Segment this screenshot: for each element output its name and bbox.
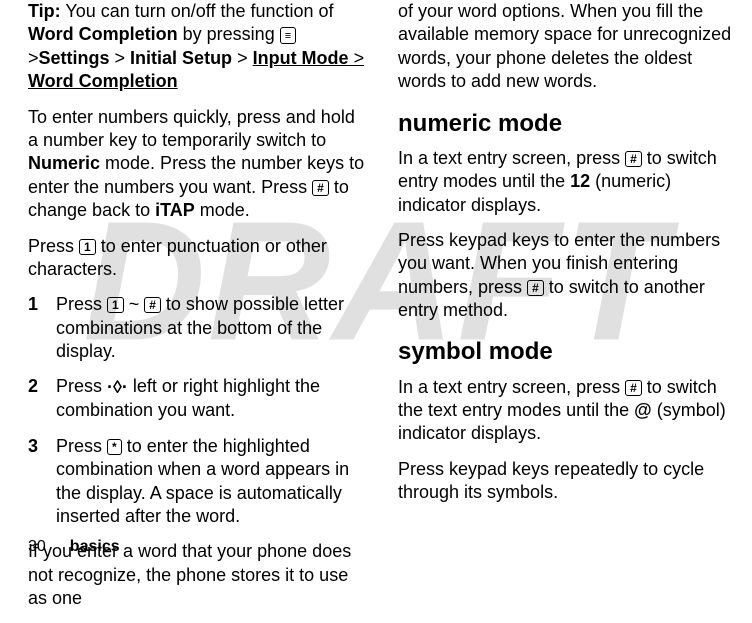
- star-key-icon: *: [107, 439, 122, 455]
- symbol-mode-p2: Press keypad keys repeatedly to cycle th…: [398, 458, 738, 505]
- step-1: 1 Press 1 ~ # to show possible letter co…: [28, 293, 368, 363]
- numeric-mode-p1: In a text entry screen, press # to switc…: [398, 147, 738, 217]
- tip-text-1: You can turn on/off the function of: [61, 1, 334, 21]
- numeric-mode-p2: Press keypad keys to enter the numbers y…: [398, 229, 738, 323]
- tip-settings: Settings: [39, 48, 110, 68]
- one-key-icon: 1: [79, 239, 96, 255]
- tip-gt1: >: [28, 48, 39, 68]
- tip-label: Tip:: [28, 1, 61, 21]
- numeric-mode-heading: numeric mode: [398, 108, 738, 139]
- tip-text-2: by pressing: [178, 24, 280, 44]
- symbol-mode-heading: symbol mode: [398, 336, 738, 367]
- step-2: 2 Press ·◊· left or right highlight the …: [28, 375, 368, 422]
- step-body: Press ·◊· left or right highlight the co…: [56, 375, 368, 422]
- tilde: ~: [124, 294, 145, 314]
- step-body: Press * to enter the highlighted combina…: [56, 435, 368, 529]
- text: Press: [56, 294, 107, 314]
- hash-key-icon: #: [312, 180, 329, 196]
- text: Press: [56, 376, 107, 396]
- step-body: Press 1 ~ # to show possible letter comb…: [56, 293, 368, 363]
- numeric-switch-paragraph: To enter numbers quickly, press and hold…: [28, 106, 368, 223]
- right-column: of your word options. When you fill the …: [398, 0, 738, 623]
- page-content: Tip: You can turn on/off the function of…: [0, 0, 752, 623]
- tip-gt3: >: [232, 48, 253, 68]
- page-number: 30: [28, 538, 46, 555]
- numeric-label: Numeric: [28, 153, 100, 173]
- text: Press: [28, 236, 79, 256]
- step-number: 1: [28, 293, 56, 363]
- text: To enter numbers quickly, press and hold…: [28, 107, 355, 150]
- tip-gt4: >: [349, 48, 365, 68]
- one-key-icon: 1: [107, 297, 124, 313]
- tip-word-completion-2: Word Completion: [28, 71, 178, 91]
- hash-key-icon: #: [144, 297, 161, 313]
- itap-label: iTAP: [155, 200, 195, 220]
- section-label: basics: [70, 538, 120, 555]
- punctuation-paragraph: Press 1 to enter punctuation or other ch…: [28, 235, 368, 282]
- left-column: Tip: You can turn on/off the function of…: [28, 0, 368, 623]
- step-number: 3: [28, 435, 56, 529]
- hash-key-icon: #: [527, 280, 544, 296]
- tip-gt2: >: [110, 48, 131, 68]
- symbol-mode-p1: In a text entry screen, press # to switc…: [398, 376, 738, 446]
- tip-paragraph: Tip: You can turn on/off the function of…: [28, 0, 368, 94]
- tip-word-completion: Word Completion: [28, 24, 178, 44]
- continuation-paragraph: of your word options. When you fill the …: [398, 0, 738, 94]
- page-footer: 30 basics: [28, 537, 120, 558]
- menu-key-icon: [280, 27, 296, 44]
- nav-key-icon: ·◊·: [107, 376, 128, 399]
- text: Press: [56, 436, 107, 456]
- tip-initial-setup: Initial Setup: [130, 48, 232, 68]
- steps-list: 1 Press 1 ~ # to show possible letter co…: [28, 293, 368, 528]
- indicator-at: @: [634, 400, 652, 420]
- hash-key-icon: #: [625, 151, 642, 167]
- indicator-12: 12: [570, 171, 590, 191]
- tip-input-mode: Input Mode: [253, 48, 349, 68]
- hash-key-icon: #: [625, 380, 642, 396]
- text: In a text entry screen, press: [398, 148, 625, 168]
- text: In a text entry screen, press: [398, 377, 625, 397]
- step-3: 3 Press * to enter the highlighted combi…: [28, 435, 368, 529]
- text: mode.: [195, 200, 250, 220]
- step-number: 2: [28, 375, 56, 422]
